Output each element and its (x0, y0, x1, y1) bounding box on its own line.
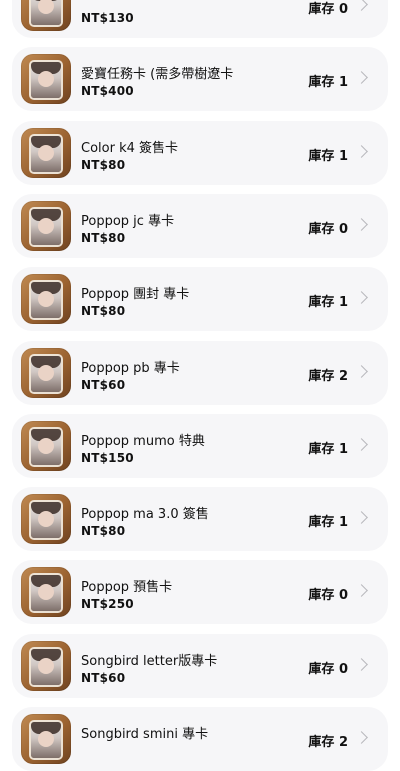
product-price: NT$80 (81, 524, 126, 539)
product-thumbnail (21, 567, 71, 618)
chevron-right-icon[interactable] (355, 0, 368, 11)
product-card[interactable]: Poppop 團封 專卡 NT$80 庫存 1 (12, 267, 388, 332)
stock-count: 庫存 0 (308, 661, 348, 677)
product-name: Poppop ma 3.0 簽售 (81, 507, 209, 523)
photo-face-shape (38, 437, 54, 454)
product-card[interactable]: NT$130 庫存 0 (12, 0, 388, 38)
product-name: 愛寶任務卡 (需多帶樹遼卡 (81, 67, 234, 83)
chevron-right-icon[interactable] (355, 71, 368, 85)
product-name: Poppop 預售卡 (81, 580, 173, 596)
chevron-right-icon[interactable] (355, 144, 368, 158)
chevron-right-icon[interactable] (355, 511, 368, 524)
product-name: Color k4 簽售卡 (81, 140, 179, 156)
product-name: Songbird smini 專卡 (81, 727, 209, 742)
photo-face-shape (38, 657, 54, 674)
stock-count: 庫存 1 (308, 75, 348, 91)
chevron-right-icon[interactable] (355, 291, 368, 305)
product-card[interactable]: Poppop pb 專卡 NT$60 庫存 2 (12, 340, 388, 405)
product-thumbnail (21, 494, 71, 545)
product-name: Songbird letter版專卡 (81, 653, 218, 669)
chevron-right-icon[interactable] (355, 437, 368, 451)
product-name: Poppop 團封 專卡 (81, 287, 190, 303)
stock-count: 庫存 0 (308, 588, 348, 604)
photo-face-shape (38, 144, 54, 161)
product-card[interactable]: Poppop jc 專卡 NT$80 庫存 0 (12, 193, 388, 258)
stock-count: 庫存 2 (308, 735, 348, 750)
product-thumbnail (21, 640, 71, 691)
stock-count: 庫存 0 (308, 2, 348, 17)
product-card[interactable]: Poppop mumo 特典 NT$150 庫存 1 (12, 413, 388, 478)
stock-count: 庫存 1 (308, 295, 348, 311)
chevron-right-icon[interactable] (355, 364, 368, 378)
product-thumbnail (21, 200, 71, 251)
product-price: NT$150 (81, 450, 134, 465)
product-name: Poppop jc 專卡 (81, 213, 175, 229)
photo-face-shape (38, 511, 54, 528)
stock-count: 庫存 1 (308, 148, 348, 164)
product-thumbnail (21, 274, 71, 325)
product-thumbnail (21, 54, 71, 105)
product-price: NT$80 (81, 230, 126, 245)
product-thumbnail (21, 347, 71, 398)
stock-count: 庫存 0 (308, 221, 348, 237)
product-price: NT$80 (81, 304, 126, 319)
chevron-right-icon[interactable] (355, 584, 368, 598)
photo-face-shape (38, 217, 54, 234)
photo-face-shape (38, 731, 54, 747)
chevron-right-icon[interactable] (355, 657, 368, 671)
product-name: Poppop mumo 特典 (81, 433, 205, 449)
chevron-right-icon[interactable] (355, 218, 368, 231)
stock-count: 庫存 2 (308, 368, 348, 384)
product-price: NT$80 (81, 157, 126, 172)
product-price: NT$60 (81, 377, 126, 392)
stock-count: 庫存 1 (308, 515, 348, 531)
product-card[interactable]: Poppop ma 3.0 簽售 NT$80 庫存 1 (12, 487, 388, 552)
stock-count: 庫存 1 (308, 441, 348, 457)
product-price: NT$250 (81, 597, 134, 612)
photo-face-shape (38, 364, 54, 381)
product-thumbnail (21, 127, 71, 178)
product-card[interactable]: Songbird letter版專卡 NT$60 庫存 0 (12, 633, 388, 698)
product-card[interactable]: Color k4 簽售卡 NT$80 庫存 1 (12, 120, 388, 185)
product-card[interactable]: Poppop 預售卡 NT$250 庫存 0 (12, 560, 388, 625)
product-card[interactable]: Songbird smini 專卡庫存 2 (12, 707, 388, 771)
product-name: Poppop pb 專卡 (81, 360, 180, 376)
product-thumbnail (21, 0, 71, 31)
product-price: NT$400 (81, 84, 134, 99)
product-thumbnail (21, 714, 71, 764)
product-price: NT$130 (81, 11, 134, 25)
product-thumbnail (21, 420, 71, 471)
product-price: NT$60 (81, 670, 126, 685)
product-card[interactable]: 愛寶任務卡 (需多帶樹遼卡 NT$400 庫存 1 (12, 47, 388, 112)
